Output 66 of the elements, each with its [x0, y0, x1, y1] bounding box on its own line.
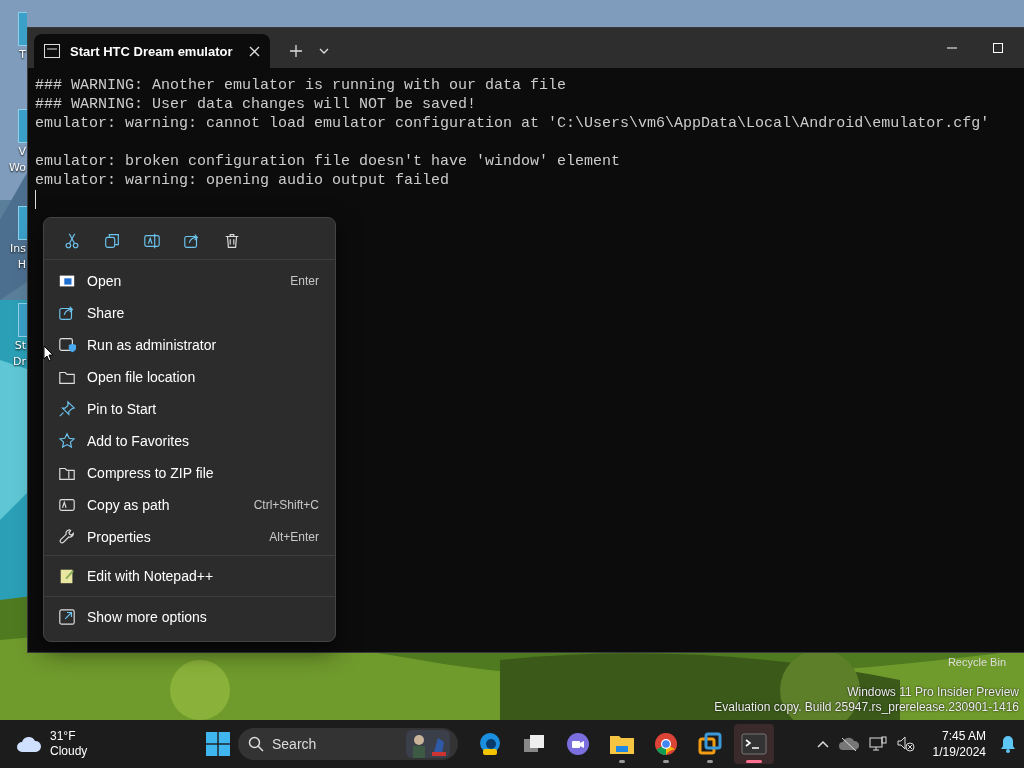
console-line: emulator: warning: cannot load emulator configuration at 'C:\Users\vm6\AppData\Local\Android\emulator.cfg' [35, 114, 991, 133]
speaker-muted-icon[interactable] [896, 736, 915, 752]
menu-item[interactable]: Pin to Start [48, 393, 331, 425]
desktop-icon-label: T [19, 48, 27, 62]
close-icon[interactable] [249, 45, 260, 57]
cloud-icon[interactable] [16, 735, 42, 753]
shortcut-text: Alt+Enter [269, 530, 319, 544]
build-info-text: Evaluation copy. Build 25947.rs_prerelease.230901-1416 [714, 700, 1019, 715]
share-icon [58, 304, 76, 322]
shortcut-text: Ctrl+Shift+C [253, 498, 319, 512]
weather-condition: Cloudy [50, 744, 88, 759]
menu-item[interactable]: Open file location [48, 361, 331, 393]
pin-icon [58, 400, 76, 418]
desktop-icon-label: Wo [9, 161, 27, 175]
expand-icon [58, 608, 76, 626]
windows-start-icon[interactable] [206, 732, 230, 756]
menu-item[interactable]: Share [48, 297, 331, 329]
network-icon[interactable] [868, 736, 887, 752]
cloud-offline-icon[interactable] [838, 737, 859, 751]
desktop-icon-label: St [14, 339, 27, 353]
maximize-icon [993, 43, 1003, 53]
rename-icon [143, 231, 161, 250]
search-icon [248, 736, 264, 752]
desktop-icon-label: H [17, 258, 27, 272]
bell-icon[interactable] [1000, 735, 1016, 753]
text-cursor [35, 190, 36, 209]
temperature-text: 31°F [50, 729, 77, 744]
chevron-down-icon [319, 48, 329, 54]
video-chat-icon [566, 732, 590, 756]
path-icon [58, 496, 76, 514]
desktop-icon-label: Recycle Bin [947, 656, 1006, 668]
wrench-icon [58, 528, 76, 546]
build-info-text: Windows 11 Pro Insider Preview [847, 685, 1019, 700]
menu-item[interactable]: Properties Alt+Enter [48, 521, 331, 553]
copy-icon [103, 231, 121, 250]
chrome-icon [654, 732, 678, 756]
minimize-icon [947, 47, 957, 49]
plus-icon [290, 45, 302, 57]
shield-window-icon [58, 336, 76, 354]
menu-item[interactable]: Show more options [48, 601, 331, 633]
clock-date[interactable]: 1/19/2024 [932, 744, 986, 760]
desktop-icon-label: Dr [13, 355, 27, 369]
menu-item[interactable]: Edit with Notepad++ [48, 560, 331, 592]
terminal-icon [741, 733, 767, 755]
shortcut-text: Enter [290, 274, 319, 288]
menu-item[interactable]: Open Enter [48, 265, 331, 297]
tab-title: Start HTC Dream emulator [70, 43, 234, 59]
console-line: ### WARNING: User data changes will NOT be saved! [35, 95, 478, 114]
console-icon [44, 44, 60, 58]
menu-item[interactable]: Copy as path Ctrl+Shift+C [48, 489, 331, 521]
terminal-tab[interactable]: Start HTC Dream emulator [34, 34, 270, 68]
menu-item[interactable]: Add to Favorites [48, 425, 331, 457]
trash-icon [223, 231, 241, 250]
scissors-icon [63, 231, 81, 250]
clock-time[interactable]: 7:45 AM [941, 728, 986, 744]
desktop-icon-label: V [18, 145, 27, 159]
console-line: emulator: warning: opening audio output failed [35, 171, 451, 190]
mouse-pointer-icon [43, 345, 54, 362]
search-field[interactable]: Search [238, 728, 458, 760]
chevron-up-icon[interactable] [816, 740, 829, 748]
console-line: ### WARNING: Another emulator is running with our data file [35, 76, 568, 95]
console-line: emulator: broken configuration file doesn't have 'window' element [35, 152, 622, 171]
star-icon [58, 432, 76, 450]
desktop-icon-label: Ins [10, 242, 27, 256]
notepad-icon [58, 567, 76, 585]
menu-item[interactable]: Compress to ZIP file [48, 457, 331, 489]
